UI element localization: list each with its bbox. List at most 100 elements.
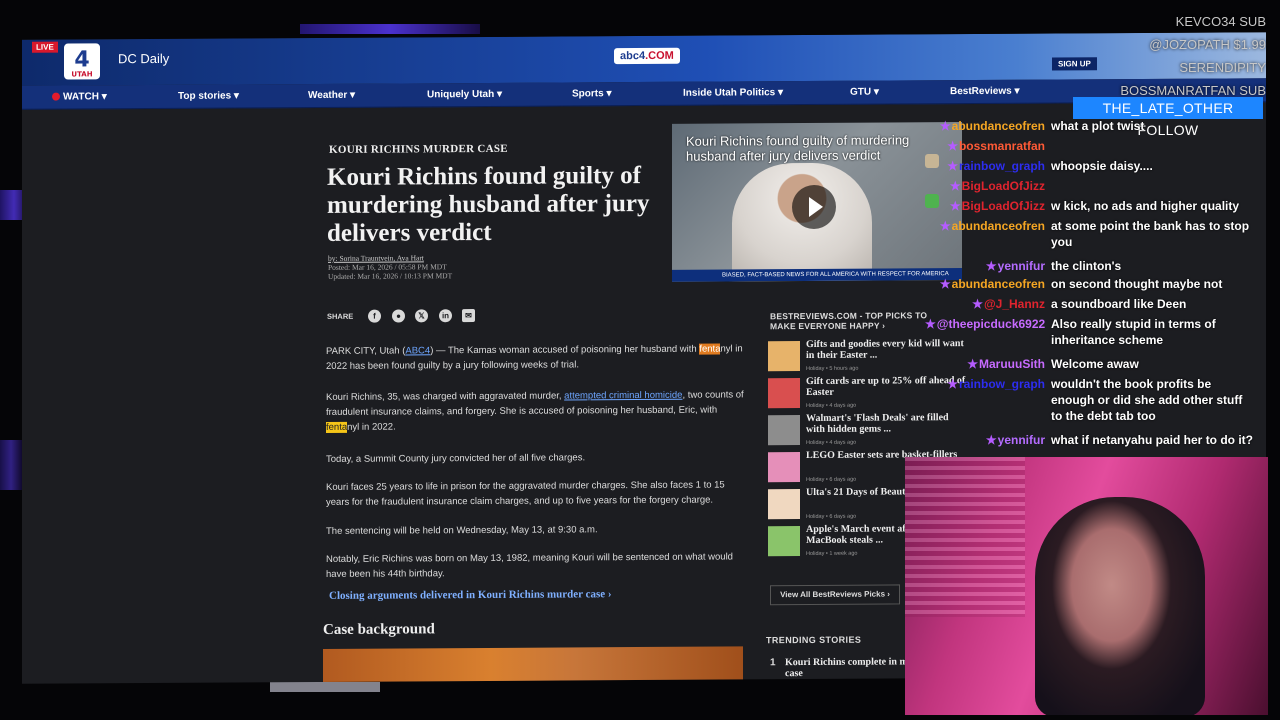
x-icon[interactable]: 𝕏 bbox=[415, 309, 428, 323]
sub-badge-icon: ★ bbox=[985, 433, 997, 447]
bestreviews-meta: Holiday • 4 days ago bbox=[806, 439, 857, 447]
bestreviews-thumbnail[interactable] bbox=[768, 452, 800, 483]
chat-username[interactable]: ★yennifur bbox=[925, 258, 1045, 274]
bestreviews-thumbnail[interactable] bbox=[768, 526, 800, 557]
center-logo-prefix: abc4 bbox=[620, 49, 646, 63]
chat-username-text: rainbow_graph bbox=[958, 377, 1045, 391]
trending-number: 1 bbox=[770, 657, 776, 669]
linkedin-icon[interactable]: in bbox=[439, 309, 452, 323]
sub-badge-icon: ★ bbox=[939, 119, 951, 133]
glitch-streak bbox=[300, 24, 480, 34]
chat-text: Welcome awaw bbox=[1051, 357, 1139, 371]
chat-text: Also really stupid in terms of inheritan… bbox=[1051, 317, 1216, 347]
stream-alerts: KEVCO34 SUB @JOZOPATH $1.99 SERENDIPITY … bbox=[1120, 10, 1266, 102]
email-icon[interactable]: ✉ bbox=[462, 309, 475, 323]
nav-sports[interactable]: Sports ▾ bbox=[572, 88, 611, 99]
nav-label: Uniquely Utah bbox=[427, 88, 495, 101]
section-heading: Case background bbox=[323, 621, 435, 638]
bestreviews-thumbnail[interactable] bbox=[768, 415, 800, 446]
article-paragraph: Kouri faces 25 years to life in prison f… bbox=[326, 479, 725, 508]
chat-username[interactable]: ★BigLoadOfJizz bbox=[925, 178, 1045, 194]
chat-text: w kick, no ads and higher quality bbox=[1051, 199, 1240, 213]
nav-label: Weather bbox=[308, 89, 348, 102]
bestreviews-heading[interactable]: BESTREVIEWS.COM - TOP PICKS TO MAKE EVER… bbox=[770, 310, 950, 331]
sub-badge-icon: ★ bbox=[947, 139, 958, 153]
chat-username[interactable]: ★abundanceofren bbox=[925, 118, 1045, 134]
text: nyl in 2022. bbox=[347, 421, 396, 433]
chat-text: whoopsie daisy.... bbox=[1051, 159, 1153, 173]
related-title: Closing arguments delivered in Kouri Ric… bbox=[329, 588, 606, 602]
share-label: SHARE bbox=[327, 311, 354, 321]
sub-badge-icon: ★ bbox=[947, 377, 958, 391]
case-image[interactable] bbox=[323, 646, 743, 684]
facebook-icon[interactable]: f bbox=[368, 309, 381, 323]
chat-text: a soundboard like Deen bbox=[1051, 297, 1187, 311]
view-all-label: View All BestReviews Picks bbox=[780, 589, 886, 600]
chat-username[interactable]: ★@J_Hannz bbox=[925, 296, 1045, 312]
abc4-link[interactable]: ABC4 bbox=[405, 345, 430, 356]
article-kicker[interactable]: KOURI RICHINS MURDER CASE bbox=[329, 143, 508, 156]
chat-username[interactable]: ★abundanceofren bbox=[925, 218, 1045, 234]
nav-label: Sports bbox=[572, 88, 604, 100]
play-icon[interactable] bbox=[792, 184, 836, 230]
chat-username-text: yennifur bbox=[997, 433, 1045, 447]
chat-username[interactable]: ★yennifur bbox=[925, 432, 1045, 448]
chat-username-text: @theepicduck6922 bbox=[936, 317, 1046, 331]
chat-message: ★rainbow_graph whoopsie daisy.... bbox=[925, 158, 1265, 174]
sub-badge-icon: ★ bbox=[967, 357, 978, 371]
nav-top-stories[interactable]: Top stories ▾ bbox=[178, 90, 239, 101]
chat-username[interactable]: ★rainbow_graph bbox=[925, 158, 1045, 174]
station-logo[interactable]: 4 UTAH bbox=[64, 43, 100, 80]
glitch-streak bbox=[0, 440, 22, 490]
chat-text: what a plot twist bbox=[1051, 119, 1145, 133]
chat-username-text: bossmanratfan bbox=[958, 139, 1045, 153]
article-paragraph: Today, a Summit County jury convicted he… bbox=[326, 452, 586, 465]
news-ticker: BIASED, FACT-BASED NEWS FOR ALL AMERICA … bbox=[672, 268, 962, 282]
nav-bestreviews[interactable]: BestReviews ▾ bbox=[950, 86, 1020, 97]
webcam-feed bbox=[905, 457, 1268, 715]
chat-username[interactable]: ★rainbow_graph bbox=[925, 376, 1045, 392]
chat-text: at some point the bank has to stop you bbox=[1051, 219, 1250, 249]
site-title: DC Daily bbox=[118, 50, 170, 67]
bestreviews-thumbnail[interactable] bbox=[768, 378, 800, 409]
chat-username-text: BigLoadOfJizz bbox=[961, 179, 1045, 193]
attempted-homicide-link[interactable]: attempted criminal homicide bbox=[564, 390, 682, 402]
search-highlight: fenta bbox=[326, 421, 348, 433]
abc4-logo[interactable]: abc4.COM bbox=[614, 47, 680, 65]
reddit-icon[interactable]: ● bbox=[392, 309, 405, 323]
chat-username-text: abundanceofren bbox=[951, 119, 1045, 133]
live-badge[interactable]: LIVE bbox=[32, 41, 58, 53]
nav-gtu[interactable]: GTU ▾ bbox=[850, 87, 879, 98]
bestreviews-meta: Holiday • 5 hours ago bbox=[806, 365, 859, 373]
follow-alert: THE_LATE_OTHER FOLLOW bbox=[1073, 97, 1263, 138]
bestreviews-thumbnail[interactable] bbox=[768, 341, 800, 372]
logo-number: 4 bbox=[74, 47, 90, 73]
chat-username[interactable]: ★abundanceofren bbox=[925, 276, 1045, 292]
bestreviews-meta: Holiday • 6 days ago bbox=[806, 476, 857, 484]
chat-username[interactable]: ★MaruuuSith bbox=[925, 356, 1045, 372]
view-all-bestreviews-button[interactable]: View All BestReviews Picks › bbox=[770, 584, 900, 606]
nav-weather[interactable]: Weather ▾ bbox=[308, 90, 355, 101]
glitch-streak bbox=[270, 682, 380, 692]
alert-item: @JOZOPATH $1.99 bbox=[1149, 37, 1266, 52]
nav-watch[interactable]: WATCH ▾ bbox=[52, 91, 107, 103]
chat-username[interactable]: ★bossmanratfan bbox=[925, 138, 1045, 154]
bestreviews-thumbnail[interactable] bbox=[768, 489, 800, 520]
chat-username-text: @J_Hannz bbox=[983, 297, 1045, 311]
article-paragraph: The sentencing will be held on Wednesday… bbox=[326, 524, 598, 537]
nav-uniquely-utah[interactable]: Uniquely Utah ▾ bbox=[427, 89, 502, 100]
nav-inside-utah-politics[interactable]: Inside Utah Politics ▾ bbox=[683, 87, 783, 99]
related-article-link[interactable]: Closing arguments delivered in Kouri Ric… bbox=[329, 588, 612, 602]
chat-text: on second thought maybe not bbox=[1051, 277, 1223, 291]
nav-label: Top stories bbox=[178, 90, 232, 102]
article-paragraph: PARK CITY, Utah (ABC4) — The Kamas woman… bbox=[326, 341, 746, 374]
article-paragraph: Notably, Eric Richins was born on May 13… bbox=[326, 551, 733, 580]
chat-username[interactable]: ★BigLoadOfJizz bbox=[925, 198, 1045, 214]
nav-label: BestReviews bbox=[950, 85, 1012, 98]
video-player[interactable]: Kouri Richins found guilty of murdering … bbox=[672, 122, 962, 282]
chat-message: ★BigLoadOfJizz w kick, no ads and higher … bbox=[925, 198, 1265, 214]
sub-badge-icon: ★ bbox=[939, 277, 951, 291]
chat-username[interactable]: ★@theepicduck6922 bbox=[925, 316, 1045, 332]
bestreviews-meta: Holiday • 6 days ago bbox=[806, 513, 857, 521]
sign-up-button[interactable]: SIGN UP bbox=[1052, 57, 1097, 71]
